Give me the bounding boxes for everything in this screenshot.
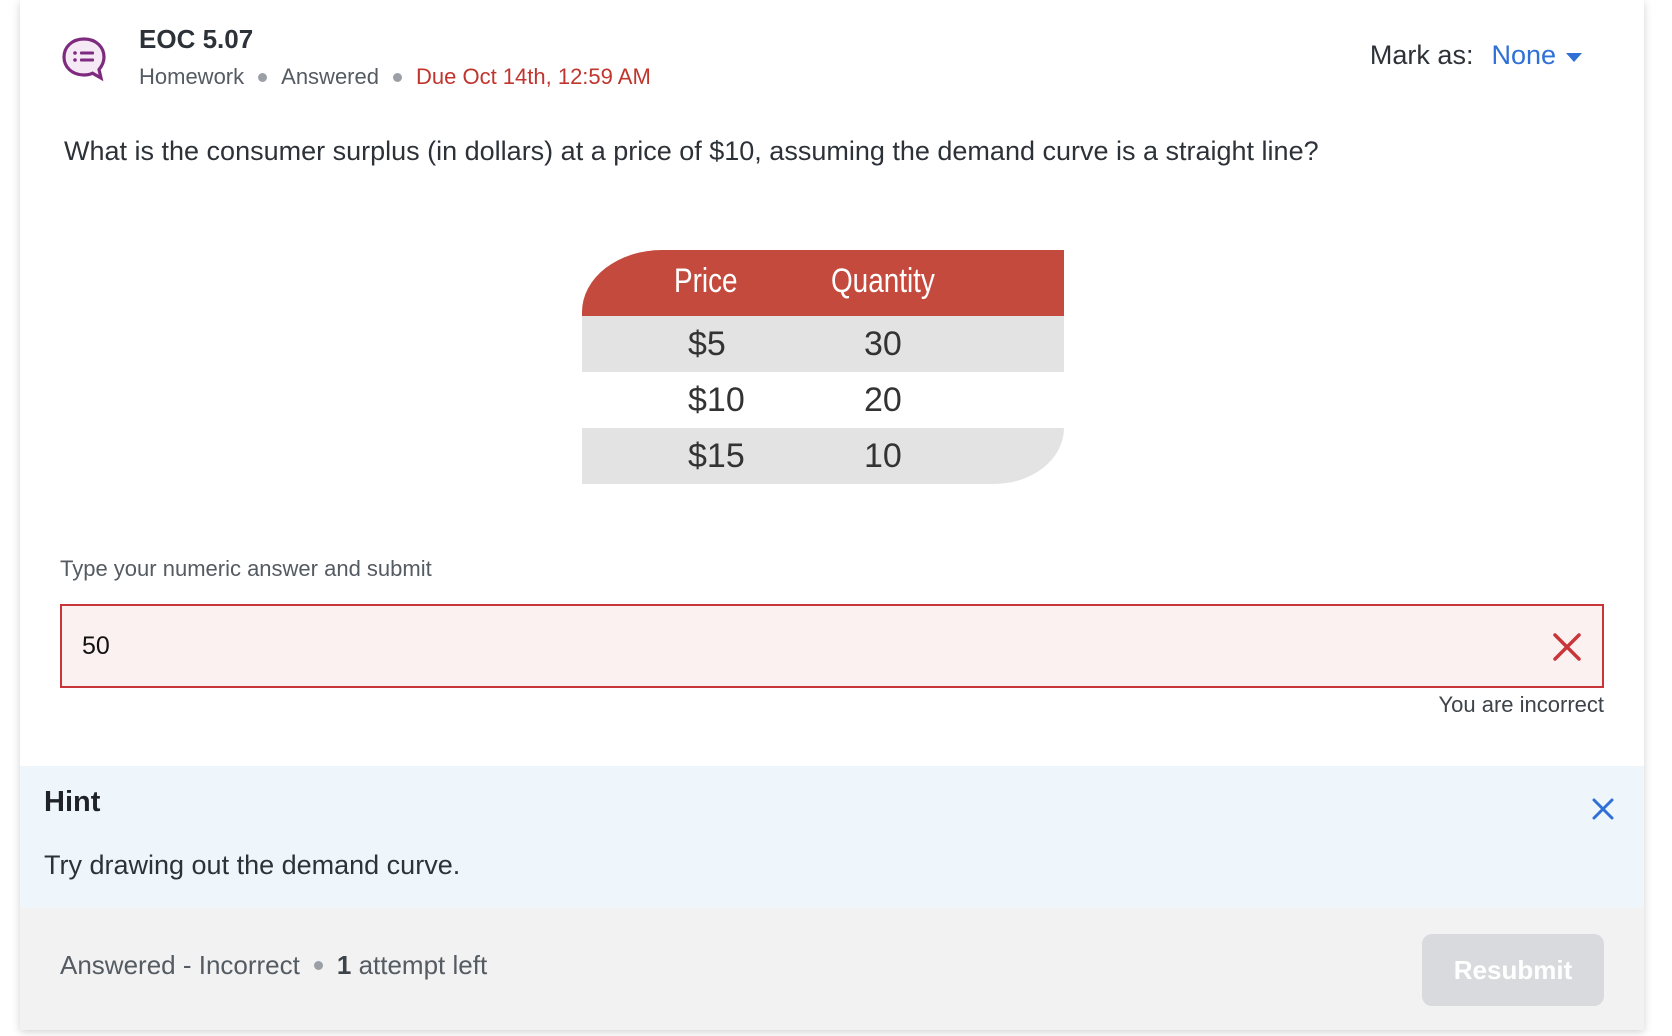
table-header: Price Quantity xyxy=(582,250,1064,316)
resubmit-button[interactable]: Resubmit xyxy=(1422,934,1604,1006)
quantity-cell: 30 xyxy=(864,325,902,363)
table-row: $5 30 xyxy=(582,316,1064,372)
status-text: Answered - Incorrect xyxy=(60,950,300,980)
hint-title: Hint xyxy=(44,786,101,818)
hint-panel: Hint Try drawing out the demand curve. xyxy=(20,766,1644,908)
assignment-type: Homework xyxy=(139,64,245,89)
answer-value[interactable]: 50 xyxy=(82,632,110,661)
separator-dot xyxy=(392,72,402,82)
table-row: $10 20 xyxy=(582,372,1064,428)
incorrect-x-icon xyxy=(1553,633,1581,661)
question-list-icon xyxy=(62,37,106,82)
column-header-quantity: Quantity xyxy=(831,262,935,300)
price-cell: $10 xyxy=(688,381,745,419)
mark-as-dropdown[interactable]: Mark as: None xyxy=(1370,40,1582,71)
quantity-cell: 20 xyxy=(864,381,902,419)
assignment-state: Answered xyxy=(281,64,379,89)
answer-input[interactable]: 50 xyxy=(60,604,1604,688)
assignment-meta: Homework Answered Due Oct 14th, 12:59 AM xyxy=(139,64,651,90)
close-icon[interactable] xyxy=(1590,796,1616,822)
attempts-left: 1 attempt left xyxy=(337,950,487,981)
question-text: What is the consumer surplus (in dollars… xyxy=(64,136,1319,166)
separator-dot xyxy=(258,72,268,82)
column-header-price: Price xyxy=(674,262,738,300)
quantity-cell: 10 xyxy=(864,437,902,475)
assignment-title: EOC 5.07 xyxy=(139,24,254,54)
separator-dot xyxy=(313,961,323,970)
price-quantity-table: Price Quantity $5 30 $10 20 $15 10 xyxy=(582,250,1064,486)
footer-bar: Answered - Incorrect 1 attempt left Resu… xyxy=(20,908,1644,1030)
mark-as-label: Mark as: xyxy=(1369,40,1474,70)
hint-text: Try drawing out the demand curve. xyxy=(44,850,461,880)
question-card: EOC 5.07 Homework Answered Due Oct 14th,… xyxy=(20,0,1644,1030)
table-row: $15 10 xyxy=(582,428,1064,484)
price-cell: $15 xyxy=(688,437,745,475)
answer-label: Type your numeric answer and submit xyxy=(60,556,432,581)
price-cell: $5 xyxy=(688,325,726,363)
due-date: Due Oct 14th, 12:59 AM xyxy=(415,64,651,89)
answer-feedback: You are incorrect xyxy=(1438,692,1604,717)
mark-as-value[interactable]: None xyxy=(1491,40,1556,71)
chevron-down-icon[interactable] xyxy=(1566,52,1582,62)
attempts-count: 1 xyxy=(336,950,352,980)
attempts-suffix: attempt left xyxy=(351,950,488,980)
attempt-status: Answered - Incorrect 1 attempt left xyxy=(60,950,487,981)
